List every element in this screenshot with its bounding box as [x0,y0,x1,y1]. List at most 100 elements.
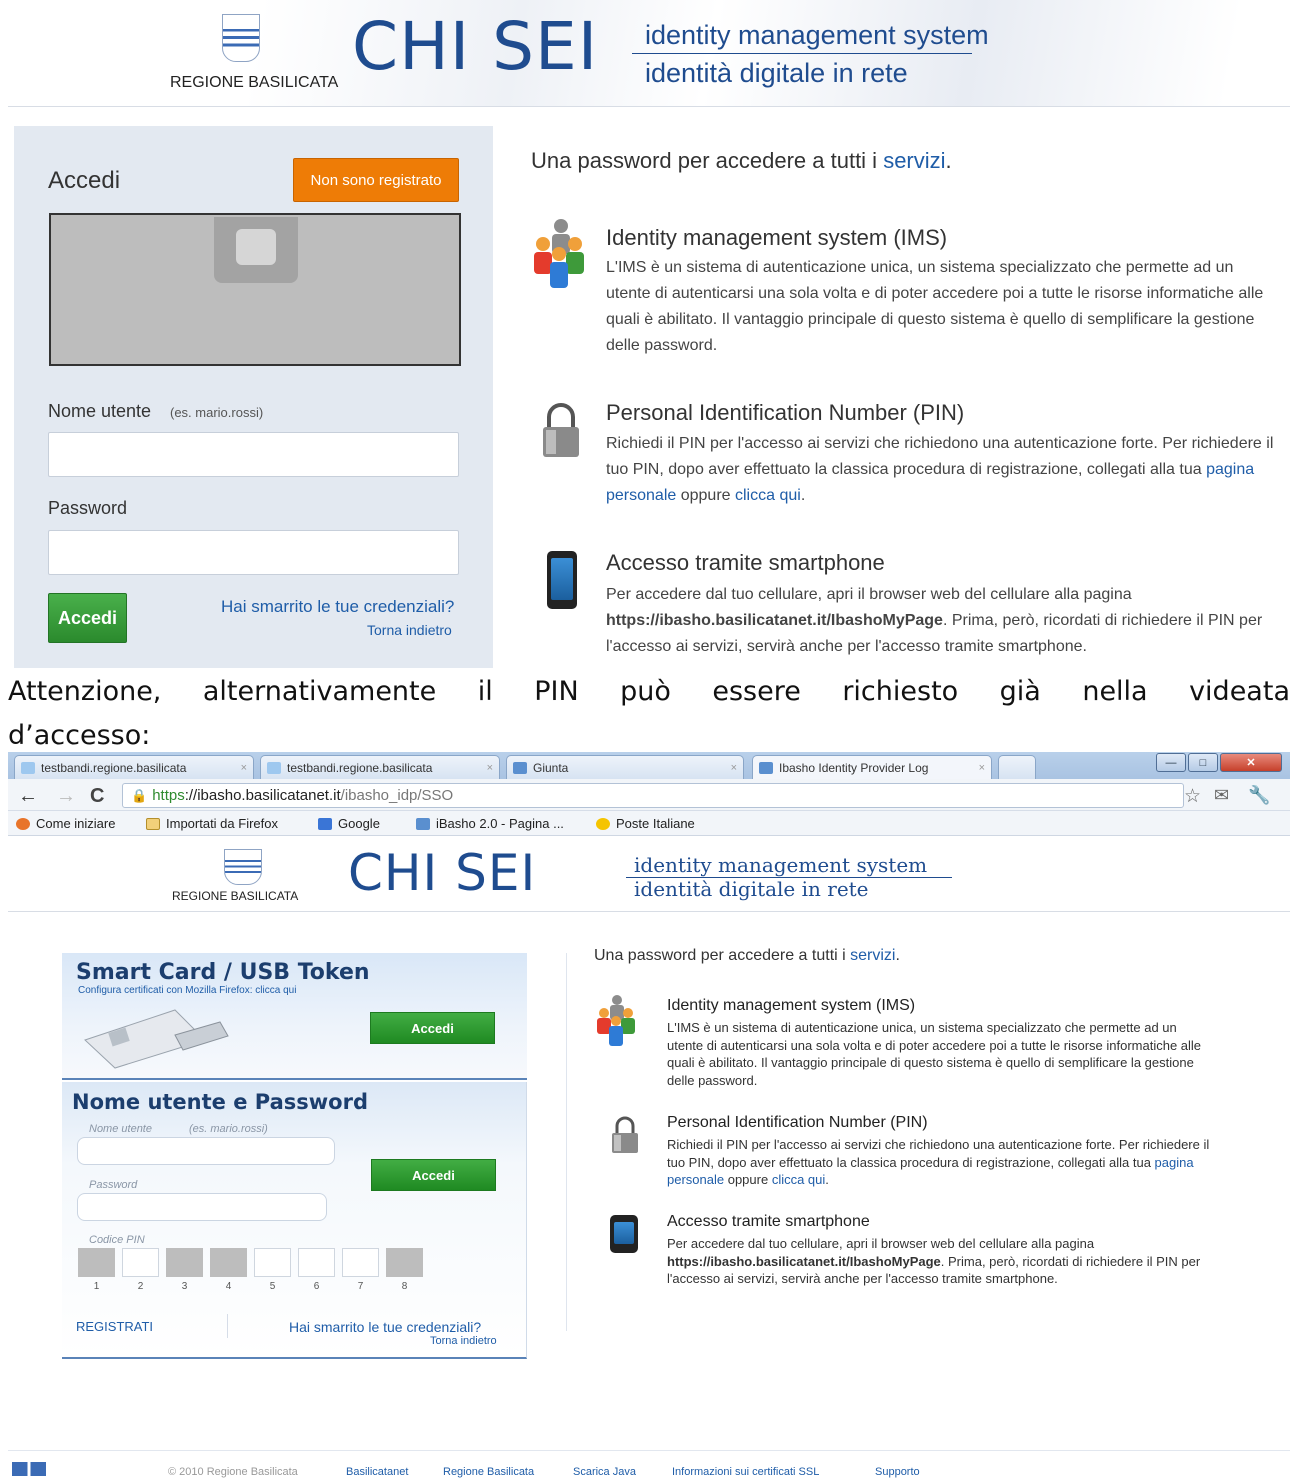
smartcard-usb-icon [84,1009,229,1069]
footer-link-ssl[interactable]: Informazioni sui certificati SSL [672,1466,819,1478]
phone-url: https://ibasho.basilicatanet.it/IbashoMy… [606,612,943,629]
close-window-icon[interactable]: ✕ [1220,753,1282,772]
google-icon [318,817,332,830]
reload-icon[interactable]: C [90,785,104,808]
smartphone-icon [610,1215,638,1253]
ims-title-line1: identity management system [645,20,989,50]
forgot-credentials-link[interactable]: Hai smarrito le tue credenziali? [289,1319,481,1335]
brand-title: CHI SEI [352,8,599,85]
password-label: Password [89,1179,138,1191]
column-divider [566,953,567,1331]
phone-feature-body: Per accedere dal tuo cellulare, apri il … [606,586,1263,655]
userpass-login-button[interactable]: Accedi [371,1159,496,1191]
site-favicon-icon [267,761,281,774]
page-favicon-icon [513,761,527,774]
password-input[interactable] [48,530,459,575]
footer-link-regione[interactable]: Regione Basilicata [443,1466,534,1478]
bookmark-item[interactable]: Poste Italiane [596,816,695,831]
services-link[interactable]: servizi [850,947,895,964]
captcha-puzzle[interactable] [49,213,461,366]
pin-position-number: 5 [269,1281,276,1292]
pin-digit-box[interactable] [122,1248,159,1277]
pin-position-number: 8 [401,1281,408,1292]
forgot-credentials-link[interactable]: Hai smarrito le tue credenziali? [221,597,454,617]
userpass-title: Nome utente e Password [72,1090,368,1114]
intro-text: Una password per accedere a tutti i serv… [531,148,952,173]
folder-icon [146,817,160,830]
close-tab-icon[interactable]: × [979,762,985,774]
back-link[interactable]: Torna indietro [367,622,452,638]
phone-url: https://ibasho.basilicatanet.it/IbashoMy… [667,1253,941,1269]
register-button[interactable]: Non sono registrato [293,158,459,202]
username-input[interactable] [48,432,459,477]
bookmark-item[interactable]: iBasho 2.0 - Pagina ... [416,816,564,831]
pin-position-number: 3 [181,1281,188,1292]
minimize-icon[interactable]: — [1156,753,1186,772]
url-scheme: https [152,787,185,804]
attention-text-line1: Attenzione, alternativamente il PIN può … [8,676,1290,707]
username-input[interactable] [77,1137,335,1165]
footer-divider [8,1450,1290,1451]
url-host: ://ibasho.basilicatanet.it [184,787,341,804]
pin-digit-box[interactable] [254,1248,291,1277]
pin-digit-box [166,1248,203,1277]
people-icon [534,219,584,288]
pin-digit-box [386,1248,423,1277]
pin-digit-box[interactable] [298,1248,335,1277]
footer-link-java[interactable]: Scarica Java [573,1466,636,1478]
lock-icon [612,1116,638,1153]
smartcard-title: Smart Card / USB Token [76,960,370,985]
login-submit-button[interactable]: Accedi [48,593,127,643]
back-arrow-icon[interactable]: ← [18,785,38,808]
page-icon [416,817,430,830]
configure-certificates-link[interactable]: Configura certificati con Mozilla Firefo… [78,985,296,996]
click-here-link[interactable]: clicca qui [772,1172,825,1187]
services-link[interactable]: servizi [883,148,945,173]
mail-icon[interactable]: ✉ [1214,785,1229,806]
lock-icon [543,403,579,457]
new-tab-button[interactable] [998,755,1036,779]
url-path: /ibasho_idp/SSO [340,787,454,804]
phone-feature-body: Per accedere dal tuo cellulare, apri il … [667,1236,1201,1286]
ims-title-line1: identity management system [634,853,928,877]
close-tab-icon[interactable]: × [731,762,737,774]
people-icon [597,995,635,1046]
login-panel [14,126,493,668]
close-tab-icon[interactable]: × [241,762,247,774]
puzzle-icon [214,217,298,283]
bookmark-item[interactable]: Importati da Firefox [146,816,278,831]
login-title: Accedi [48,167,121,194]
browser-tab-1[interactable]: testbandi.regione.basilicata × [14,755,254,779]
maximize-icon[interactable]: □ [1188,753,1218,772]
star-icon[interactable]: ☆ [1184,785,1201,808]
pin-position-number: 4 [225,1281,232,1292]
ims-feature-body: L'IMS è un sistema di autenticazione uni… [606,259,1264,354]
address-bar[interactable]: 🔒 https://ibasho.basilicatanet.it/ibasho… [122,783,1184,808]
pin-feature-title: Personal Identification Number (PIN) [606,400,965,425]
intro-text: Una password per accedere a tutti i serv… [594,947,900,964]
pin-digit-box [78,1248,115,1277]
browser-tab-3[interactable]: Giunta × [506,755,744,779]
close-tab-icon[interactable]: × [487,762,493,774]
register-link[interactable]: REGISTRATI [76,1319,153,1334]
bookmark-item[interactable]: Google [318,816,380,831]
footer-link-support[interactable]: Supporto [875,1466,920,1478]
wrench-icon[interactable]: 🔧 [1248,785,1270,806]
pin-feature-title: Personal Identification Number (PIN) [667,1114,928,1131]
pin-digit-box[interactable] [342,1248,379,1277]
ims-title-line2: identità digitale in rete [634,877,869,901]
forward-arrow-icon[interactable]: → [56,785,76,808]
smartcard-login-button[interactable]: Accedi [370,1012,495,1044]
password-input[interactable] [77,1193,327,1221]
browser-tab-4-active[interactable]: Ibasho Identity Provider Log × [752,755,992,779]
browser-tab-2[interactable]: testbandi.regione.basilicata × [260,755,500,779]
smartphone-icon [547,551,577,609]
username-label: Nome utente [48,401,152,421]
browser-toolbar: ← → C 🔒 https://ibasho.basilicatanet.it /… [8,779,1290,811]
ims-feature-body: L'IMS è un sistema di autenticazione uni… [667,1020,1202,1088]
back-link[interactable]: Torna indietro [430,1335,497,1347]
click-here-link[interactable]: clicca qui [735,487,801,504]
bookmark-item[interactable]: Come iniziare [16,816,115,831]
footer-link-basilicatanet[interactable]: Basilicatanet [346,1466,408,1478]
header-divider [8,106,1290,107]
